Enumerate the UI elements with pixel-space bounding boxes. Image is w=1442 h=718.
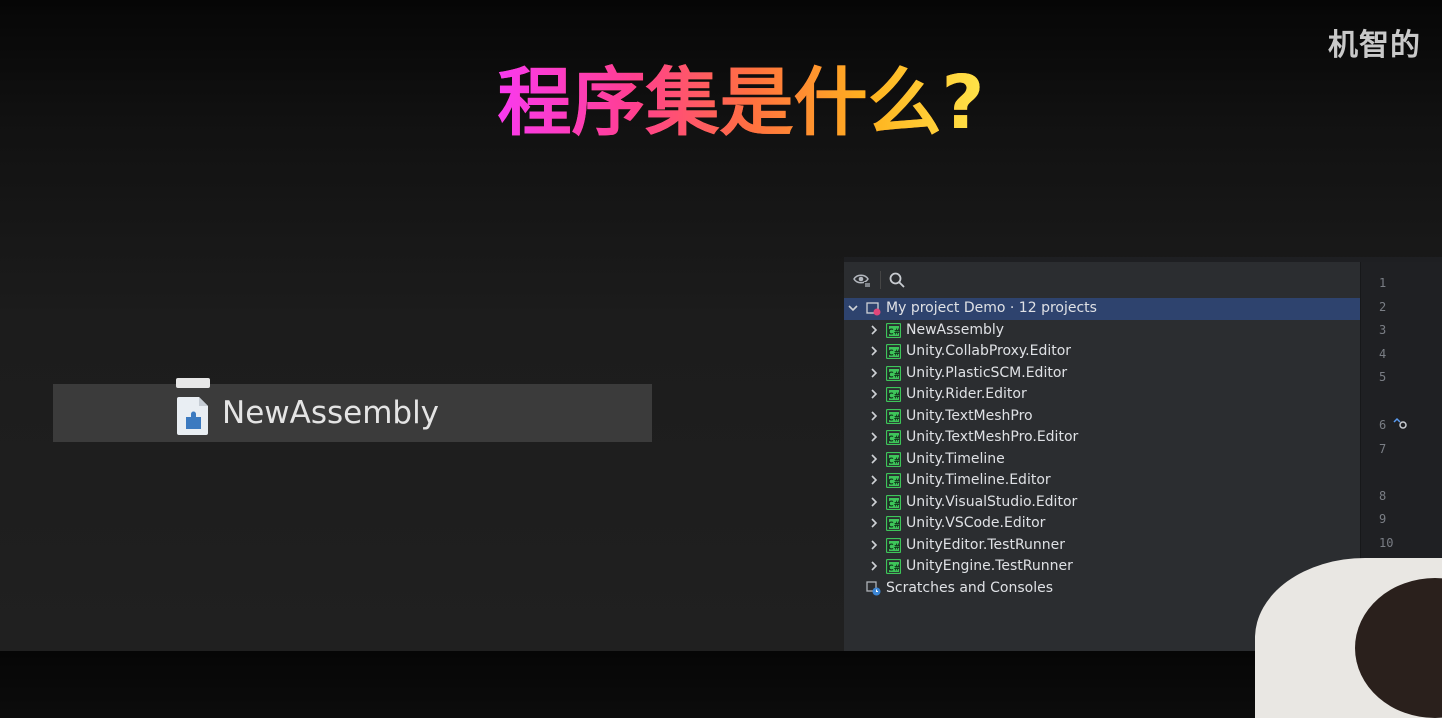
csharp-project-icon: C# xyxy=(885,386,902,403)
chevron-right-icon[interactable] xyxy=(868,323,880,337)
project-label: Unity.Rider.Editor xyxy=(906,386,1027,402)
page-title-text: 程序集是什么? xyxy=(497,60,985,146)
csharp-project-icon: C# xyxy=(885,515,902,532)
project-label: Unity.VSCode.Editor xyxy=(906,515,1046,531)
chevron-right-icon[interactable] xyxy=(868,559,880,573)
project-label: Unity.TextMeshPro.Editor xyxy=(906,429,1079,445)
svg-text:C#: C# xyxy=(888,370,901,379)
csharp-project-icon: C# xyxy=(885,408,902,424)
project-label: NewAssembly xyxy=(906,321,1005,338)
solution-tree: My project Demo · 12 projects C# NewAssem… xyxy=(844,298,1360,599)
csharp-project-icon: C# xyxy=(885,472,902,489)
project-row[interactable]: C# UnityEditor.TestRunner xyxy=(844,535,1360,557)
chevron-right-icon[interactable] xyxy=(868,516,880,530)
chevron-right-icon[interactable] xyxy=(868,344,880,358)
svg-text:C#: C# xyxy=(888,435,901,444)
svg-text:C#: C# xyxy=(888,564,901,573)
line-number: 5 xyxy=(1379,370,1387,384)
svg-text:C#: C# xyxy=(888,413,901,422)
project-row[interactable]: C# NewAssembly xyxy=(844,320,1360,342)
project-row[interactable]: C# Unity.Timeline xyxy=(844,449,1360,471)
line-number: 2 xyxy=(1379,300,1387,314)
project-label: UnityEngine.TestRunner xyxy=(906,558,1073,574)
project-label: Unity.PlasticSCM.Editor xyxy=(906,364,1068,381)
project-row[interactable]: C# Unity.VisualStudio.Editor xyxy=(844,492,1360,514)
project-row[interactable]: C# Unity.VSCode.Editor xyxy=(844,513,1360,535)
chevron-down-icon[interactable] xyxy=(847,301,859,315)
project-label: UnityEditor.TestRunner xyxy=(906,536,1066,553)
svg-text:C#: C# xyxy=(888,499,901,508)
line-number: 8 xyxy=(1379,489,1387,503)
project-row[interactable]: C# UnityEngine.TestRunner xyxy=(844,556,1360,578)
solution-root-row[interactable]: My project Demo · 12 projects xyxy=(844,298,1360,320)
svg-text:C#: C# xyxy=(888,392,901,401)
chevron-right-icon[interactable] xyxy=(868,430,880,444)
chevron-right-icon[interactable] xyxy=(868,473,880,487)
project-label: Unity.VisualStudio.Editor xyxy=(906,493,1078,510)
scratches-icon xyxy=(866,580,881,596)
ide-toolbar xyxy=(844,262,1360,299)
csharp-project-icon: C# xyxy=(885,451,902,467)
unity-solution-icon xyxy=(866,301,881,316)
line-number: 3 xyxy=(1379,323,1387,337)
csharp-project-icon: C# xyxy=(885,322,902,338)
page-title: 程序集是什么? xyxy=(0,58,1442,148)
project-row[interactable]: C# Unity.Timeline.Editor xyxy=(844,470,1360,492)
csharp-project-icon: C# xyxy=(885,365,902,381)
line-number: 1 xyxy=(1379,276,1387,290)
svg-text:C#: C# xyxy=(888,542,901,551)
project-row[interactable]: C# Unity.TextMeshPro xyxy=(844,406,1360,428)
line-number: 9 xyxy=(1379,512,1387,526)
project-row[interactable]: C# Unity.PlasticSCM.Editor xyxy=(844,363,1360,385)
chevron-right-icon[interactable] xyxy=(868,452,880,466)
assembly-definition-icon xyxy=(176,395,210,435)
chevron-right-icon[interactable] xyxy=(868,366,880,380)
project-row[interactable]: C# Unity.Rider.Editor xyxy=(844,384,1360,406)
project-label: Unity.Timeline.Editor xyxy=(906,472,1051,488)
previous-item-fragment xyxy=(176,378,210,388)
project-label: Unity.TextMeshPro xyxy=(906,407,1033,424)
chevron-right-icon[interactable] xyxy=(868,495,880,509)
chevron-right-icon[interactable] xyxy=(868,387,880,401)
svg-text:C#: C# xyxy=(888,456,901,465)
toolbar-separator xyxy=(880,271,881,289)
chevron-right-icon[interactable] xyxy=(868,538,880,552)
project-label: Unity.Timeline xyxy=(906,450,1005,467)
project-row[interactable]: C# Unity.TextMeshPro.Editor xyxy=(844,427,1360,449)
svg-text:C#: C# xyxy=(888,327,901,336)
project-label: Unity.CollabProxy.Editor xyxy=(906,343,1072,359)
presenter-head xyxy=(1355,578,1442,718)
csharp-project-icon: C# xyxy=(885,494,902,510)
chevron-right-icon[interactable] xyxy=(868,409,880,423)
unity-project-item-label: NewAssembly xyxy=(222,395,440,431)
csharp-project-icon: C# xyxy=(885,343,902,360)
project-row[interactable]: C# Unity.CollabProxy.Editor xyxy=(844,341,1360,363)
svg-text:C#: C# xyxy=(888,349,901,358)
search-icon[interactable] xyxy=(888,271,906,289)
csharp-project-icon: C# xyxy=(885,429,902,446)
eye-options-icon[interactable] xyxy=(853,271,871,289)
csharp-project-icon: C# xyxy=(885,558,902,575)
solution-label: My project Demo · 12 projects xyxy=(886,300,1097,316)
svg-text:C#: C# xyxy=(888,478,901,487)
override-gutter-icon[interactable] xyxy=(1392,416,1408,435)
line-number: 7 xyxy=(1379,442,1387,456)
svg-text:C#: C# xyxy=(888,521,901,530)
line-number: 10 xyxy=(1379,536,1394,550)
scratches-label: Scratches and Consoles xyxy=(886,579,1053,596)
csharp-project-icon: C# xyxy=(885,537,902,553)
line-number: 4 xyxy=(1379,347,1387,361)
